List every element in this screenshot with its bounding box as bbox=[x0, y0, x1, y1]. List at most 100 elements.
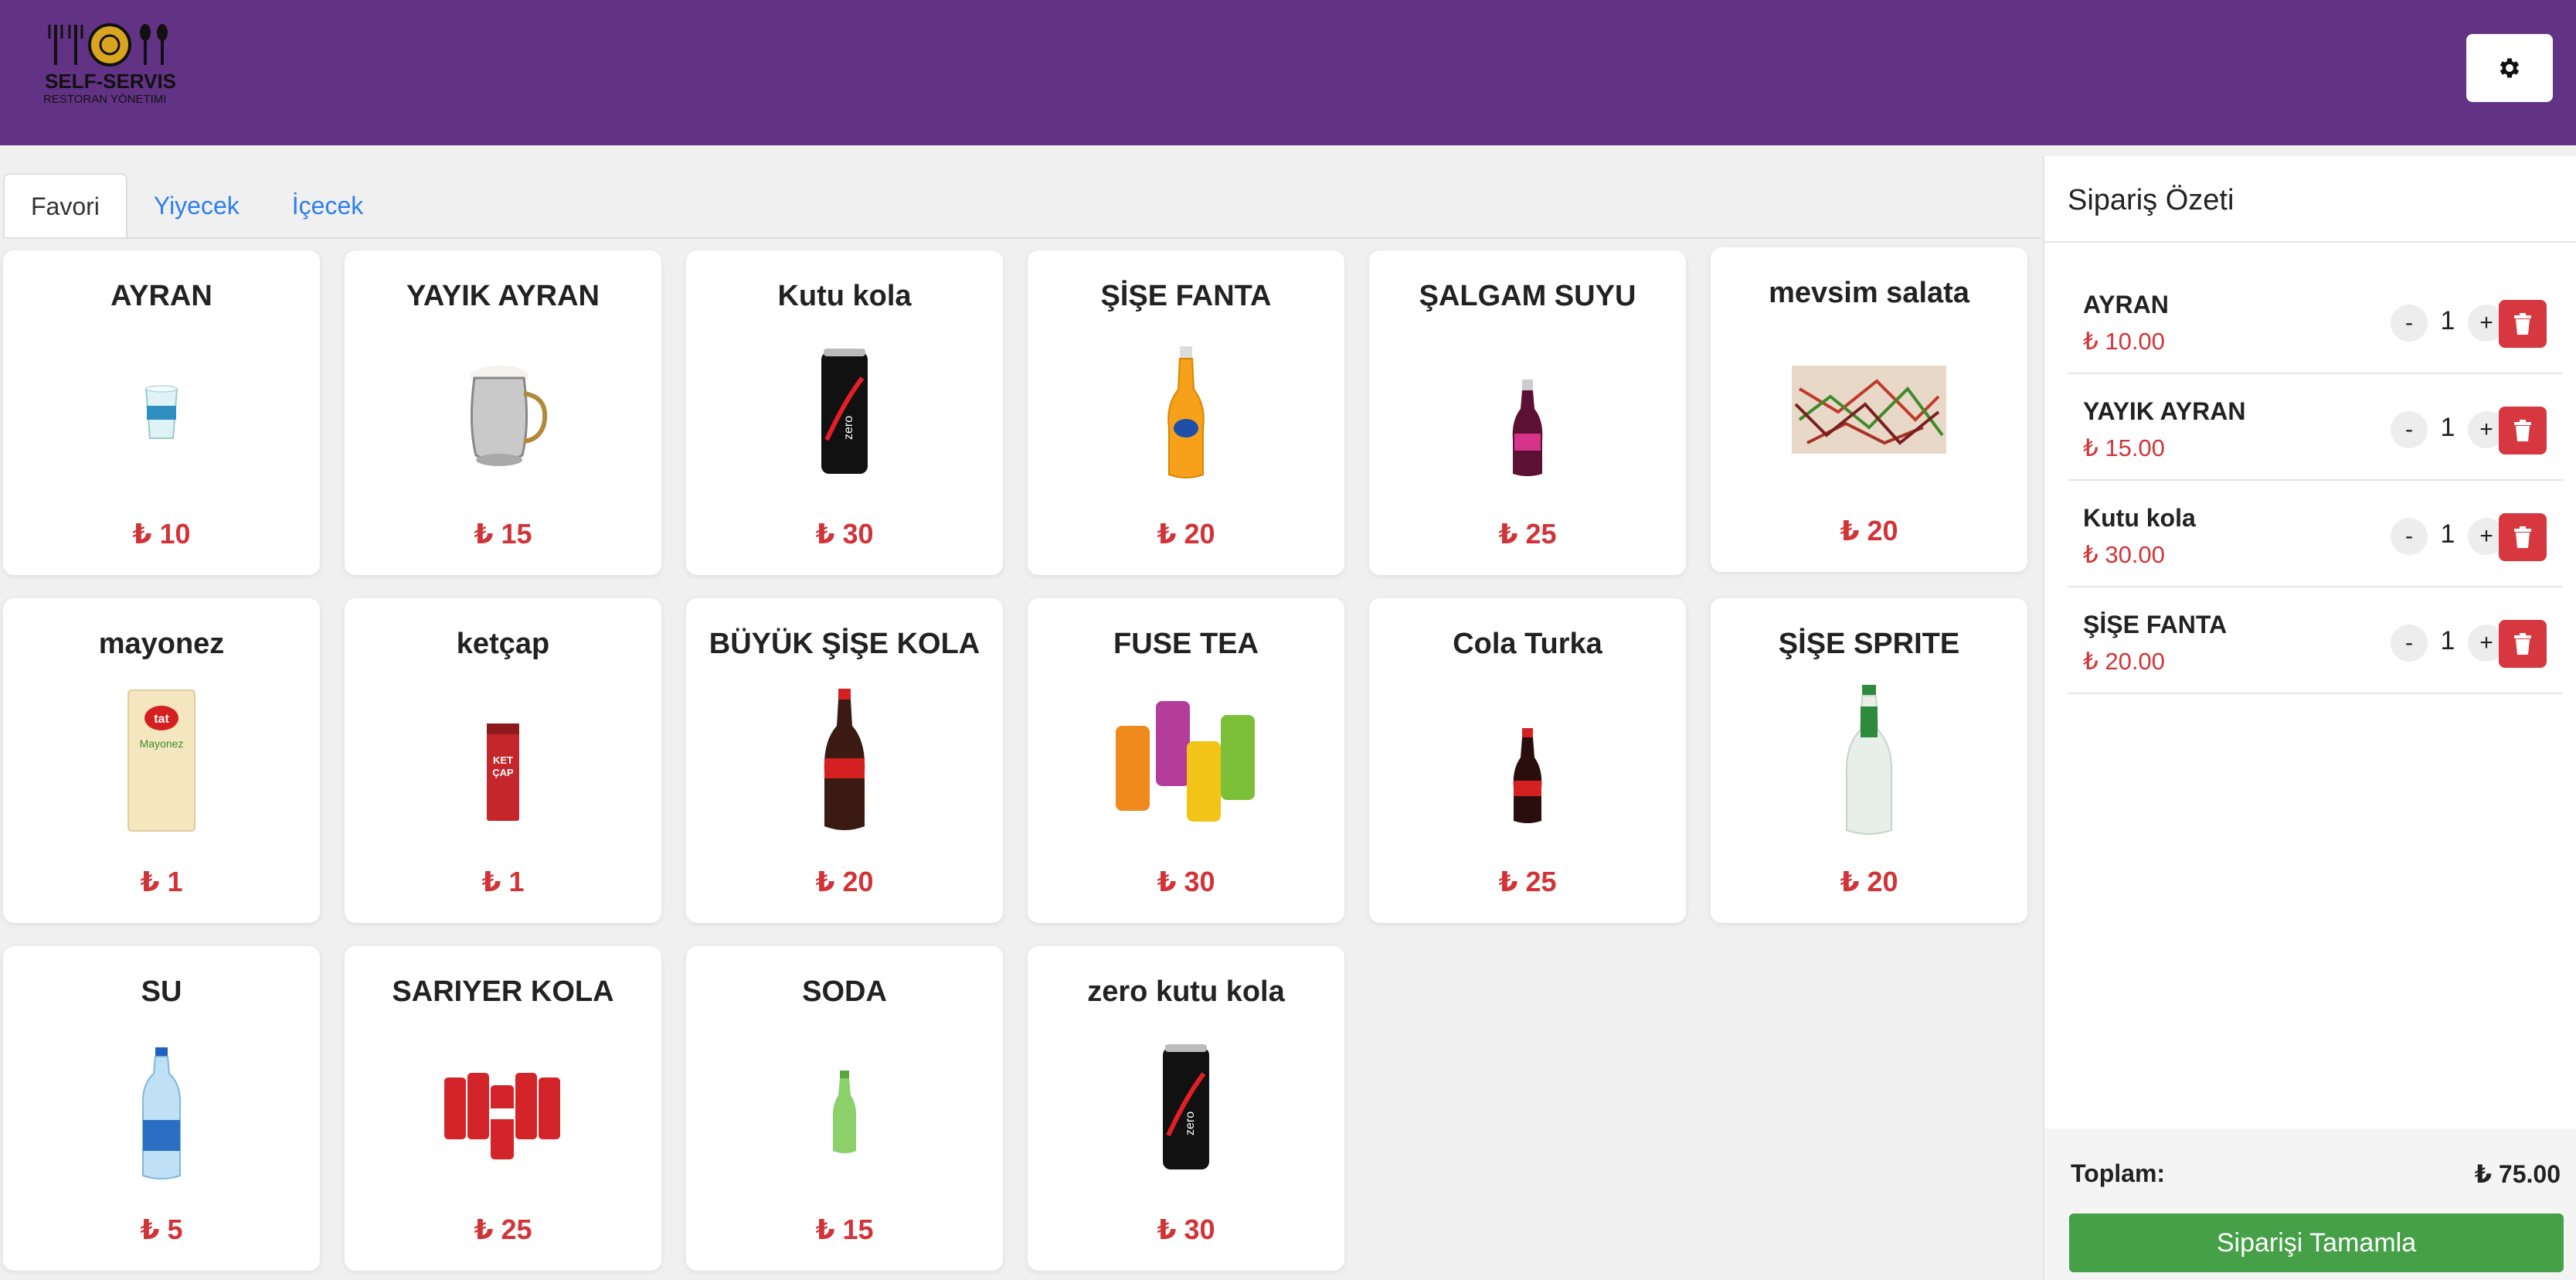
ayran-cup-icon bbox=[3, 343, 320, 482]
product-price: ₺ 30 bbox=[1157, 866, 1215, 897]
total-label: Toplam: bbox=[2071, 1159, 2166, 1187]
salad-image-icon bbox=[1711, 340, 2027, 479]
product-card[interactable]: ŞİŞE FANTA ₺ 20 bbox=[1028, 250, 1344, 575]
order-item-qty: 1 bbox=[2440, 306, 2455, 335]
svg-text:ÇAP: ÇAP bbox=[492, 767, 514, 778]
product-card[interactable]: YAYIK AYRAN ₺ 15 bbox=[345, 250, 661, 575]
product-name: Kutu kola bbox=[777, 280, 912, 312]
tab-yiyecek[interactable]: Yiyecek bbox=[127, 173, 266, 238]
order-item: AYRAN ₺ 10.00 - 1 + bbox=[2068, 267, 2562, 374]
product-name: ŞİŞE FANTA bbox=[1100, 280, 1272, 312]
decrease-qty-button[interactable]: - bbox=[2391, 305, 2428, 342]
product-card[interactable]: mevsim salata ₺ 20 bbox=[1711, 247, 2027, 572]
water-bottle-icon bbox=[3, 1039, 320, 1180]
product-name: zero kutu kola bbox=[1087, 975, 1285, 1008]
product-price: ₺ 5 bbox=[140, 1214, 183, 1245]
complete-order-button[interactable]: Siparişi Tamamla bbox=[2069, 1214, 2564, 1272]
delete-item-button[interactable] bbox=[2499, 620, 2547, 668]
product-price: ₺ 30 bbox=[815, 518, 874, 550]
product-price: ₺ 20 bbox=[1840, 515, 1898, 546]
svg-text:KET: KET bbox=[493, 754, 513, 766]
product-card[interactable]: ŞALGAM SUYU ₺ 25 bbox=[1369, 250, 1686, 575]
gear-icon bbox=[2500, 58, 2520, 78]
decrease-qty-button[interactable]: - bbox=[2391, 411, 2428, 448]
product-name: SARIYER KOLA bbox=[392, 975, 614, 1008]
product-price: ₺ 20 bbox=[1157, 518, 1215, 550]
sprite-bottle-icon bbox=[1711, 685, 2027, 835]
product-name: YAYIK AYRAN bbox=[406, 280, 600, 312]
order-item-name: AYRAN bbox=[2083, 291, 2169, 318]
logo-emblem-icon bbox=[48, 23, 168, 66]
product-name: FUSE TEA bbox=[1113, 628, 1259, 660]
decrease-qty-button[interactable]: - bbox=[2391, 625, 2428, 662]
trash-icon bbox=[2514, 526, 2531, 548]
fuse-tea-cans-icon bbox=[1028, 691, 1344, 830]
product-price: ₺ 25 bbox=[1498, 866, 1557, 897]
big-cola-bottle-icon bbox=[686, 689, 1003, 830]
order-item: YAYIK AYRAN ₺ 15.00 - 1 + bbox=[2068, 374, 2562, 481]
product-card[interactable]: SU ₺ 5 bbox=[3, 946, 320, 1271]
product-name: mayonez bbox=[98, 628, 225, 660]
order-footer: Toplam: ₺ 75.00 Siparişi Tamamla bbox=[2044, 1129, 2576, 1280]
product-card[interactable]: Kutu kola zero ₺ 30 bbox=[686, 250, 1003, 575]
product-price: ₺ 20 bbox=[1840, 866, 1898, 897]
trash-icon bbox=[2514, 420, 2531, 441]
delete-item-button[interactable] bbox=[2499, 300, 2547, 348]
svg-text:zero: zero bbox=[842, 416, 855, 440]
product-name: mevsim salata bbox=[1769, 277, 1969, 309]
cola-can-icon: zero bbox=[686, 343, 1003, 482]
product-price: ₺ 20 bbox=[815, 866, 874, 897]
product-card[interactable]: BÜYÜK ŞİŞE KOLA ₺ 20 bbox=[686, 598, 1003, 923]
svg-text:tat: tat bbox=[154, 713, 169, 726]
svg-text:zero: zero bbox=[1184, 1111, 1197, 1135]
delete-item-button[interactable] bbox=[2499, 513, 2547, 561]
product-card[interactable]: zero kutu kola zero ₺ 30 bbox=[1028, 946, 1344, 1271]
logo-title: SELF-SERVIS bbox=[45, 70, 177, 93]
product-card[interactable]: Cola Turka ₺ 25 bbox=[1369, 598, 1686, 923]
product-price: ₺ 1 bbox=[481, 866, 525, 897]
tab-favori[interactable]: Favori bbox=[3, 173, 127, 238]
total-value: ₺ 75.00 bbox=[2474, 1160, 2561, 1188]
product-card[interactable]: ŞİŞE SPRITE ₺ 20 bbox=[1711, 598, 2027, 923]
tab-icecek[interactable]: İçecek bbox=[266, 173, 389, 238]
product-name: SODA bbox=[802, 975, 887, 1008]
sariyer-cans-icon bbox=[345, 1039, 661, 1178]
order-item-qty: 1 bbox=[2440, 413, 2455, 442]
ketchup-sachet-icon: KET ÇAP bbox=[345, 691, 661, 830]
logo-subtitle: RESTORAN YÖNETIMI bbox=[43, 93, 167, 106]
product-name: ketçap bbox=[456, 628, 550, 660]
product-price: ₺ 30 bbox=[1157, 1214, 1215, 1245]
category-tabs: Favori Yiyecek İçecek bbox=[3, 173, 389, 238]
order-item: Kutu kola ₺ 30.00 - 1 + bbox=[2068, 481, 2562, 587]
product-price: ₺ 10 bbox=[132, 518, 191, 550]
cola-turka-bottle-icon bbox=[1369, 691, 1686, 830]
trash-icon bbox=[2514, 633, 2531, 655]
trash-icon bbox=[2514, 313, 2531, 335]
order-item-price: ₺ 10.00 bbox=[2083, 328, 2165, 355]
restaurant-logo: SELF-SERVIS RESTORAN YÖNETIMI bbox=[40, 22, 179, 114]
tabs-divider bbox=[3, 237, 2041, 239]
order-summary-panel: Sipariş Özeti AYRAN ₺ 10.00 - 1 + YAYIK … bbox=[2043, 156, 2576, 1280]
decrease-qty-button[interactable]: - bbox=[2391, 518, 2428, 555]
copper-jug-icon bbox=[345, 343, 661, 482]
divider bbox=[2044, 241, 2576, 243]
product-card[interactable]: AYRAN ₺ 10 bbox=[3, 250, 320, 575]
product-price: ₺ 1 bbox=[140, 866, 183, 897]
product-card[interactable]: ketçap KET ÇAP ₺ 1 bbox=[345, 598, 661, 923]
product-name: ŞALGAM SUYU bbox=[1419, 280, 1636, 312]
product-card[interactable]: SARIYER KOLA ₺ 25 bbox=[345, 946, 661, 1271]
settings-button[interactable] bbox=[2466, 34, 2553, 102]
top-bar: SELF-SERVIS RESTORAN YÖNETIMI bbox=[0, 0, 2576, 145]
product-card[interactable]: FUSE TEA ₺ 30 bbox=[1028, 598, 1344, 923]
product-card[interactable]: SODA ₺ 15 bbox=[686, 946, 1003, 1271]
order-item-price: ₺ 20.00 bbox=[2083, 648, 2165, 675]
order-item-name: Kutu kola bbox=[2083, 504, 2196, 532]
salgam-bottle-icon bbox=[1369, 343, 1686, 482]
order-item-price: ₺ 15.00 bbox=[2083, 434, 2165, 461]
order-summary-title: Sipariş Özeti bbox=[2068, 184, 2234, 216]
soda-bottle-icon bbox=[686, 1039, 1003, 1178]
product-card[interactable]: mayonez tat Mayonez ₺ 1 bbox=[3, 598, 320, 923]
order-item-name: ŞİŞE FANTA bbox=[2083, 611, 2228, 638]
order-item-qty: 1 bbox=[2440, 626, 2455, 655]
delete-item-button[interactable] bbox=[2499, 407, 2547, 454]
